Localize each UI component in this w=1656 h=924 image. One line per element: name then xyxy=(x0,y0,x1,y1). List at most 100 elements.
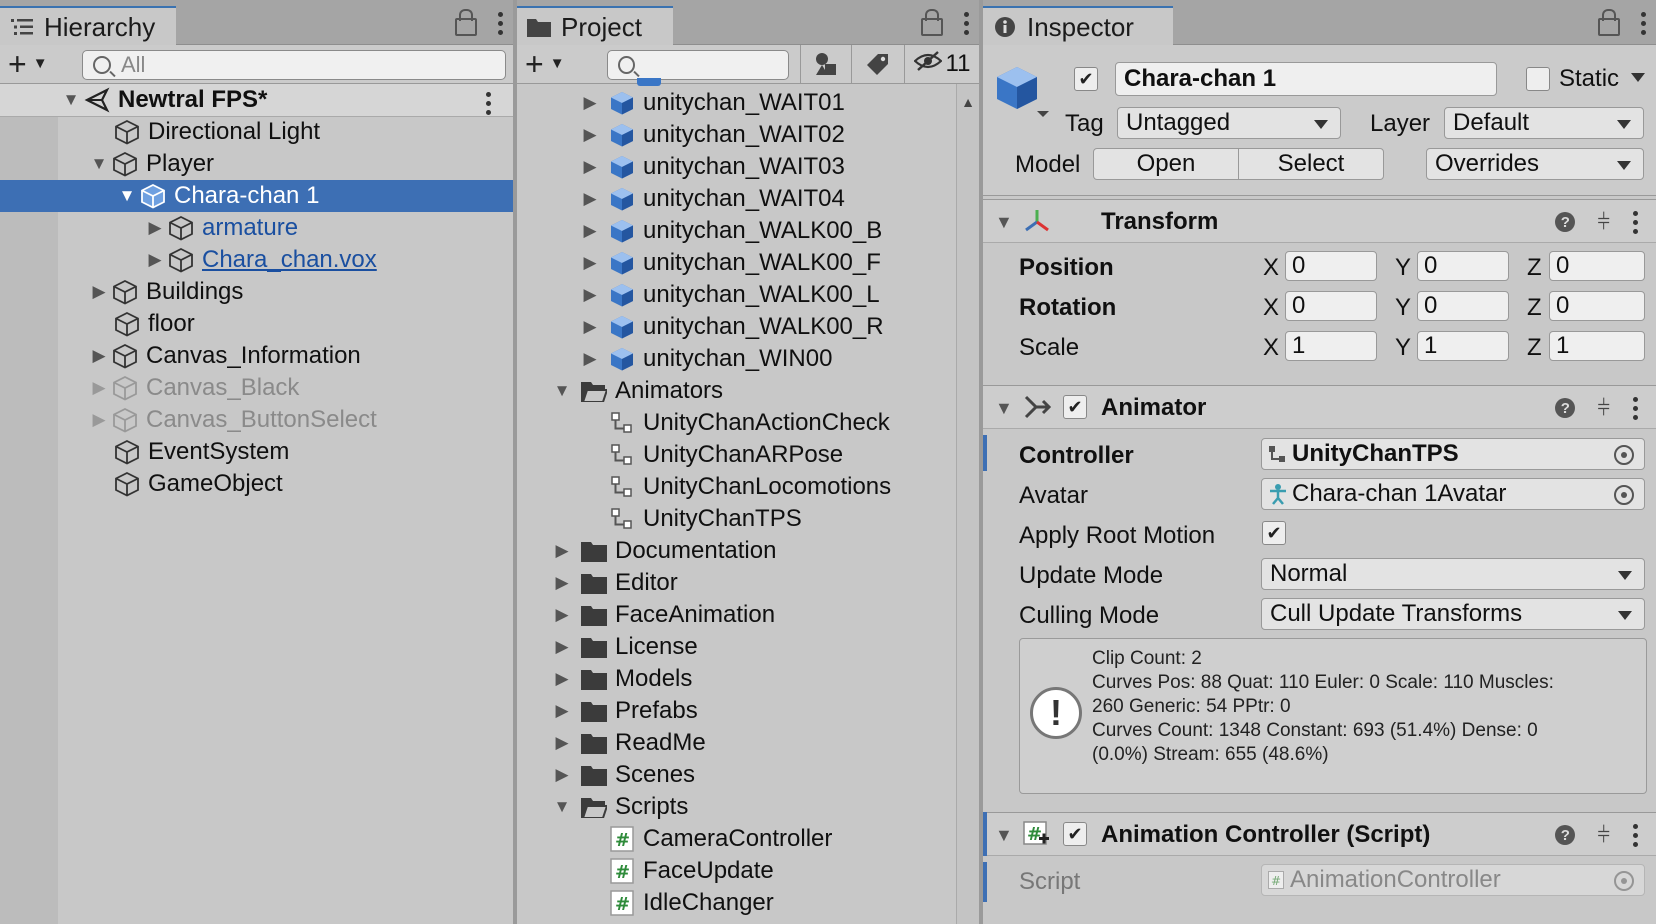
transform-header[interactable]: ▼ Transform ? ⫩ xyxy=(983,199,1656,243)
project-item[interactable]: ▶ Editor xyxy=(517,567,957,599)
collapse-arrow-icon[interactable]: ▶ xyxy=(553,701,571,721)
preset-sliders-icon[interactable]: ⫩ xyxy=(1597,822,1610,848)
overrides-dropdown[interactable]: Overrides xyxy=(1426,148,1644,180)
script-component-header[interactable]: ▼ # ✔ Animation Controller (Script) ? ⫩ xyxy=(983,812,1656,856)
project-item[interactable]: UnityChanLocomotions xyxy=(517,471,957,503)
hierarchy-item[interactable]: ▶ Canvas_Information xyxy=(0,340,513,372)
script-enabled-checkbox[interactable]: ✔ xyxy=(1063,822,1087,846)
foldout-arrow-icon[interactable]: ▼ xyxy=(995,825,1013,846)
hierarchy-item[interactable]: Directional Light xyxy=(0,116,513,148)
project-item[interactable]: ▶ unitychan_WALK00_F xyxy=(517,247,957,279)
component-menu-icon[interactable] xyxy=(1632,210,1638,234)
scene-row[interactable]: ▼ Newtral FPS* xyxy=(0,84,513,117)
collapse-arrow-icon[interactable]: ▶ xyxy=(581,317,599,337)
collapse-arrow-icon[interactable]: ▶ xyxy=(581,221,599,241)
active-checkbox[interactable]: ✔ xyxy=(1074,67,1098,91)
hierarchy-search[interactable] xyxy=(82,50,506,80)
tab-hierarchy[interactable]: Hierarchy xyxy=(0,6,176,46)
animator-enabled-checkbox[interactable]: ✔ xyxy=(1063,395,1087,419)
project-scrollbar[interactable]: ▲ xyxy=(956,84,979,924)
foldout-arrow-icon[interactable]: ▼ xyxy=(995,212,1013,233)
project-item[interactable]: UnityChanActionCheck xyxy=(517,407,957,439)
position-y-field[interactable]: 0 xyxy=(1417,251,1509,281)
expand-arrow-icon[interactable]: ▼ xyxy=(553,381,571,401)
collapse-arrow-icon[interactable]: ▶ xyxy=(553,541,571,561)
expand-arrow-icon[interactable]: ▼ xyxy=(62,90,80,110)
help-icon[interactable]: ? xyxy=(1555,212,1576,232)
help-icon[interactable]: ? xyxy=(1555,398,1576,418)
animator-header[interactable]: ▼ ✔ Animator ? ⫩ xyxy=(983,385,1656,429)
filter-by-label-icon[interactable] xyxy=(851,45,904,83)
filter-by-type-icon[interactable] xyxy=(800,45,851,83)
update-mode-dropdown[interactable]: Normal xyxy=(1261,558,1645,590)
more-options-icon[interactable] xyxy=(1640,11,1646,35)
avatar-field[interactable]: Chara-chan 1Avatar xyxy=(1261,478,1645,510)
position-x-field[interactable]: 0 xyxy=(1285,251,1377,281)
tag-dropdown[interactable]: Untagged xyxy=(1117,107,1341,139)
collapse-arrow-icon[interactable]: ▶ xyxy=(553,669,571,689)
scale-x-field[interactable]: 1 xyxy=(1285,331,1377,361)
lock-icon[interactable] xyxy=(455,9,477,36)
controller-field[interactable]: UnityChanTPS xyxy=(1261,438,1645,470)
project-item[interactable]: ▼ Scripts xyxy=(517,791,957,823)
static-dropdown-icon[interactable] xyxy=(1631,73,1645,82)
collapse-arrow-icon[interactable]: ▶ xyxy=(553,573,571,593)
preset-sliders-icon[interactable]: ⫩ xyxy=(1597,209,1610,235)
hierarchy-item[interactable]: ▶ Buildings xyxy=(0,276,513,308)
select-model-button[interactable]: Select xyxy=(1238,148,1384,180)
project-item[interactable]: ▶ unitychan_WAIT03 xyxy=(517,151,957,183)
expand-arrow-icon[interactable]: ▼ xyxy=(118,186,136,206)
collapse-arrow-icon[interactable]: ▶ xyxy=(90,410,108,430)
project-item[interactable]: ▶ Documentation xyxy=(517,535,957,567)
collapse-arrow-icon[interactable]: ▶ xyxy=(553,605,571,625)
hierarchy-item[interactable]: ▶ armature xyxy=(0,212,513,244)
lock-icon[interactable] xyxy=(921,9,943,36)
scale-z-field[interactable]: 1 xyxy=(1549,331,1645,361)
open-model-button[interactable]: Open xyxy=(1093,148,1239,180)
project-item[interactable]: ▶ Prefabs xyxy=(517,695,957,727)
project-item[interactable]: ▶ unitychan_WAIT01 xyxy=(517,87,957,119)
position-z-field[interactable]: 0 xyxy=(1549,251,1645,281)
layer-dropdown[interactable]: Default xyxy=(1444,107,1644,139)
project-item[interactable]: ▶ Models xyxy=(517,663,957,695)
collapse-arrow-icon[interactable]: ▶ xyxy=(581,285,599,305)
project-item[interactable]: ▶ unitychan_WAIT04 xyxy=(517,183,957,215)
object-picker-icon[interactable] xyxy=(1614,445,1634,465)
static-checkbox[interactable] xyxy=(1526,67,1550,91)
culling-mode-dropdown[interactable]: Cull Update Transforms xyxy=(1261,598,1645,630)
project-item[interactable]: # FaceUpdate xyxy=(517,855,957,887)
project-item[interactable]: # CameraController xyxy=(517,823,957,855)
expand-arrow-icon[interactable]: ▼ xyxy=(90,154,108,174)
collapse-arrow-icon[interactable]: ▶ xyxy=(90,282,108,302)
foldout-arrow-icon[interactable]: ▼ xyxy=(995,398,1013,419)
object-picker-icon[interactable] xyxy=(1614,485,1634,505)
more-options-icon[interactable] xyxy=(497,11,503,35)
collapse-arrow-icon[interactable]: ▶ xyxy=(553,733,571,753)
rotation-x-field[interactable]: 0 xyxy=(1285,291,1377,321)
project-item[interactable]: UnityChanTPS xyxy=(517,503,957,535)
project-item[interactable]: ▶ ReadMe xyxy=(517,727,957,759)
collapse-arrow-icon[interactable]: ▶ xyxy=(146,218,164,238)
apply-root-motion-checkbox[interactable]: ✔ xyxy=(1262,521,1286,545)
collapse-arrow-icon[interactable]: ▶ xyxy=(581,349,599,369)
hierarchy-item-inactive[interactable]: ▶ Canvas_Black xyxy=(0,372,513,404)
project-item[interactable]: ▶ FaceAnimation xyxy=(517,599,957,631)
component-menu-icon[interactable] xyxy=(1632,823,1638,847)
project-item[interactable]: ▶ unitychan_WALK00_R xyxy=(517,311,957,343)
rotation-y-field[interactable]: 0 xyxy=(1417,291,1509,321)
project-item[interactable]: ▼ Animators xyxy=(517,375,957,407)
project-item[interactable]: ▶ License xyxy=(517,631,957,663)
hierarchy-search-input[interactable] xyxy=(119,51,482,79)
more-options-icon[interactable] xyxy=(963,11,969,35)
create-button[interactable]: + ▼ xyxy=(525,48,565,80)
project-item[interactable]: ▶ unitychan_WALK00_L xyxy=(517,279,957,311)
rotation-z-field[interactable]: 0 xyxy=(1549,291,1645,321)
collapse-arrow-icon[interactable]: ▶ xyxy=(90,346,108,366)
create-button[interactable]: + ▼ xyxy=(8,48,48,80)
project-item[interactable]: UnityChanARPose xyxy=(517,439,957,471)
help-icon[interactable]: ? xyxy=(1555,825,1576,845)
collapse-arrow-icon[interactable]: ▶ xyxy=(581,253,599,273)
scale-y-field[interactable]: 1 xyxy=(1417,331,1509,361)
object-name-field[interactable]: Chara-chan 1 xyxy=(1115,62,1497,96)
collapse-arrow-icon[interactable]: ▶ xyxy=(553,765,571,785)
